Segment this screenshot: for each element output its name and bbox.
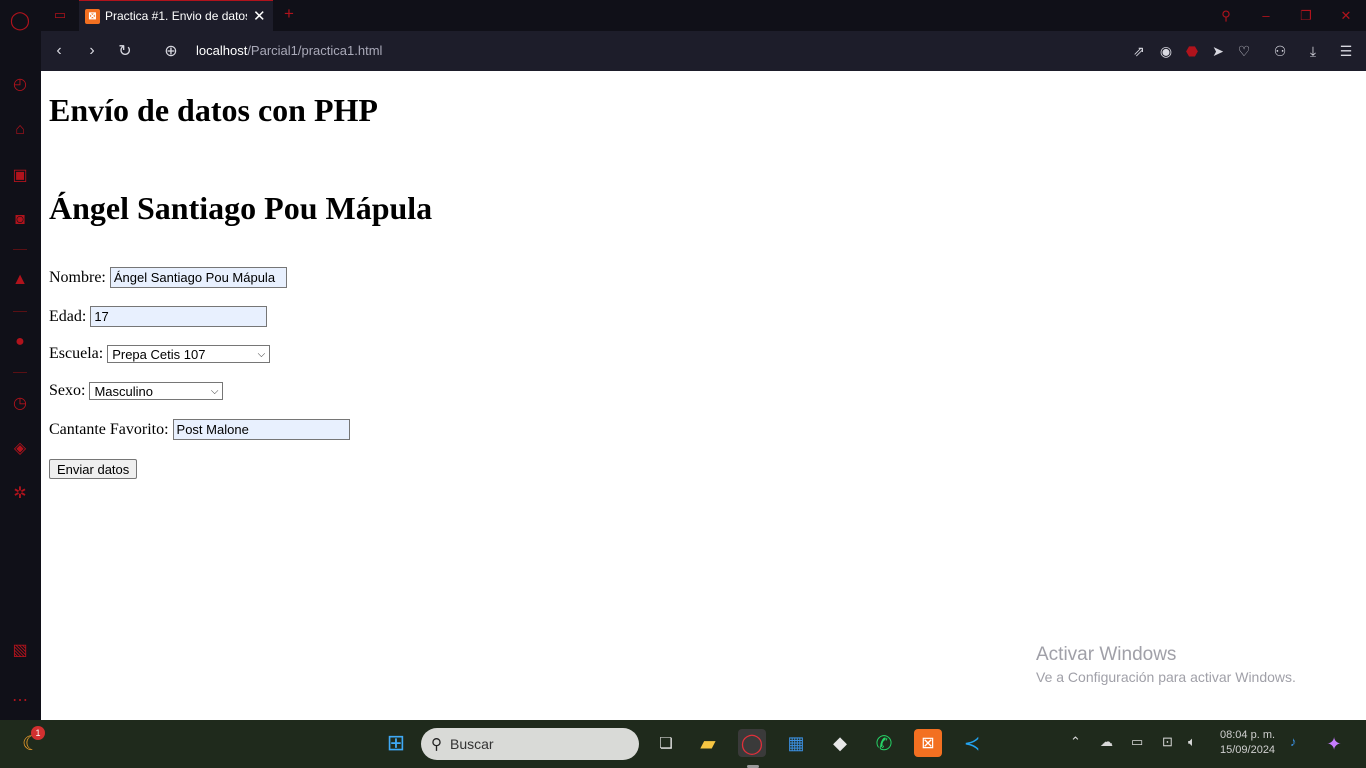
task-view-icon[interactable]: ❏ — [652, 729, 680, 757]
url-field[interactable]: localhost/Parcial1/practica1.html — [196, 43, 382, 58]
search-tabs-icon[interactable]: ⚲ — [1206, 0, 1246, 31]
windows-taskbar: ☾ 1 ⊞ ⚲ Buscar ❏ ▰ ◯ ▦ ◆ ✆ ⊠ ≺ ⌃ ☁ ▭ ⊡ 🔈… — [0, 720, 1366, 768]
back-icon[interactable]: ‹ — [49, 41, 69, 61]
edad-input[interactable]: 17 — [90, 306, 268, 327]
copilot-icon[interactable]: ✦ — [1320, 730, 1348, 758]
escuela-select[interactable]: Prepa Cetis 107 ⌵ — [107, 345, 271, 363]
author-name-heading: Ángel Santiago Pou Mápula — [49, 190, 433, 226]
page-content: Envío de datos con PHP Ángel Santiago Po… — [41, 71, 1366, 720]
new-tab-icon[interactable]: + — [284, 4, 294, 24]
snapshot-camera-icon[interactable]: ◉ — [1157, 42, 1175, 60]
download-icon[interactable]: ⤓ — [1304, 42, 1322, 60]
display-icon[interactable]: ▭ — [1131, 734, 1143, 750]
watermark-subtitle: Ve a Configuración para activar Windows. — [1036, 669, 1296, 685]
adblock-shield-icon[interactable]: ⬣ — [1183, 42, 1201, 60]
browser-sidebar: ◯ ◴ ⌂ ▣ ◙ ▲ ● ◷ ◈ ✲ ▧ ⋯ — [0, 0, 41, 720]
minimize-icon[interactable]: – — [1246, 0, 1286, 31]
search-icon: ⚲ — [431, 736, 442, 753]
aria-icon[interactable]: ▲ — [10, 270, 30, 290]
workspace-icon[interactable]: ▭ — [51, 6, 69, 24]
sidebar-divider — [13, 372, 27, 373]
site-info-globe-icon[interactable]: ⊕ — [161, 41, 181, 61]
close-window-icon[interactable]: ✕ — [1326, 0, 1366, 31]
tab-practica1[interactable]: ⊠ Practica #1. Envio de datos con PHP ✕ — [79, 0, 273, 31]
share-icon[interactable]: ⇗ — [1130, 42, 1148, 60]
escuela-selected-value: Prepa Cetis 107 — [112, 346, 206, 362]
file-explorer-icon[interactable]: ▰ — [694, 729, 722, 757]
windows-activation-watermark: Activar Windows Ve a Configuración para … — [1036, 644, 1296, 685]
roblox-icon[interactable]: ◆ — [826, 729, 854, 757]
show-hidden-icons-icon[interactable]: ⌃ — [1070, 734, 1081, 750]
forward-icon[interactable]: › — [82, 41, 102, 61]
sexo-select[interactable]: Masculino ⌵ — [89, 382, 224, 400]
history-icon[interactable]: ◷ — [10, 393, 30, 413]
edad-label: Edad: — [49, 307, 87, 325]
cantante-label: Cantante Favorito: — [49, 420, 169, 438]
spotify-icon[interactable]: ● — [10, 332, 30, 352]
weather-badge: 1 — [31, 726, 45, 740]
address-bar: ‹ › ↻ ⊕ localhost/Parcial1/practica1.htm… — [41, 31, 1366, 71]
nombre-input[interactable]: Ángel Santiago Pou Mápula — [109, 267, 287, 288]
extensions-cube-icon[interactable]: ◈ — [10, 438, 30, 458]
vscode-icon[interactable]: ≺ — [958, 729, 986, 757]
sexo-row: Sexo: Masculino ⌵ — [49, 382, 224, 400]
edad-row: Edad: 17 — [49, 306, 268, 327]
submit-button[interactable]: Enviar datos — [49, 459, 138, 479]
nombre-row: Nombre: Ángel Santiago Pou Mápula — [49, 267, 287, 288]
more-icon[interactable]: ⋯ — [10, 690, 30, 710]
speed-dial-icon[interactable]: ◴ — [10, 74, 30, 94]
gaming-icon[interactable]: ⌂ — [10, 120, 30, 140]
tab-title: Practica #1. Envio de datos con PHP — [105, 9, 247, 23]
xampp-favicon-icon: ⊠ — [85, 8, 100, 24]
escuela-label: Escuela: — [49, 345, 104, 362]
discord-icon[interactable]: ◙ — [10, 210, 30, 230]
tab-bar: ▭ ⊠ Practica #1. Envio de datos con PHP … — [41, 0, 1366, 31]
url-path: /Parcial1/practica1.html — [247, 43, 383, 58]
nombre-label: Nombre: — [49, 268, 106, 286]
twitch-icon[interactable]: ▣ — [10, 165, 30, 185]
opera-gx-taskbar-icon[interactable]: ◯ — [738, 729, 766, 757]
network-icon[interactable]: ⊡ — [1162, 734, 1173, 750]
clock-time: 08:04 p. m. — [1220, 729, 1276, 741]
url-host: localhost — [196, 43, 248, 58]
taskbar-search[interactable]: ⚲ Buscar — [421, 728, 639, 760]
chevron-down-icon: ⌵ — [257, 348, 266, 360]
sexo-label: Sexo: — [49, 382, 86, 399]
escuela-row: Escuela: Prepa Cetis 107 ⌵ — [49, 345, 271, 363]
clock-date: 15/09/2024 — [1220, 744, 1276, 756]
xampp-icon[interactable]: ⊠ — [914, 729, 942, 757]
page-title: Envío de datos con PHP — [49, 92, 378, 128]
close-tab-icon[interactable]: ✕ — [253, 7, 266, 25]
window-controls: ⚲ – ❐ ✕ — [1206, 0, 1366, 31]
send-icon[interactable]: ➤ — [1209, 42, 1227, 60]
watermark-title: Activar Windows — [1036, 644, 1177, 665]
search-placeholder: Buscar — [450, 736, 494, 752]
whatsapp-icon[interactable]: ✆ — [870, 729, 898, 757]
settings-gear-icon[interactable]: ✲ — [10, 483, 30, 503]
cantante-input[interactable]: Post Malone — [172, 419, 350, 440]
microsoft-store-icon[interactable]: ▦ — [782, 729, 810, 757]
bookmark-heart-icon[interactable]: ♡ — [1235, 42, 1253, 60]
restore-icon[interactable]: ❐ — [1286, 0, 1326, 31]
system-clock[interactable]: 08:04 p. m. 15/09/2024 — [1220, 728, 1275, 758]
sidebar-divider — [13, 249, 27, 250]
volume-icon[interactable]: 🔈︎ — [1188, 734, 1196, 750]
notifications-bell-icon[interactable]: ♪ — [1290, 734, 1297, 749]
reload-icon[interactable]: ↻ — [115, 41, 135, 61]
opera-logo-icon[interactable]: ◯ — [10, 10, 30, 30]
sexo-selected-value: Masculino — [94, 383, 153, 399]
chevron-down-icon: ⌵ — [210, 385, 219, 397]
easy-setup-icon[interactable]: ☰ — [1337, 42, 1355, 60]
onedrive-icon[interactable]: ☁ — [1100, 734, 1113, 750]
gx-cleaner-icon[interactable]: ▧ — [10, 640, 30, 660]
cantante-row: Cantante Favorito: Post Malone — [49, 419, 350, 440]
sidebar-divider — [13, 311, 27, 312]
profile-icon[interactable]: ⚇ — [1271, 42, 1289, 60]
windows-start-icon[interactable]: ⊞ — [382, 729, 410, 757]
